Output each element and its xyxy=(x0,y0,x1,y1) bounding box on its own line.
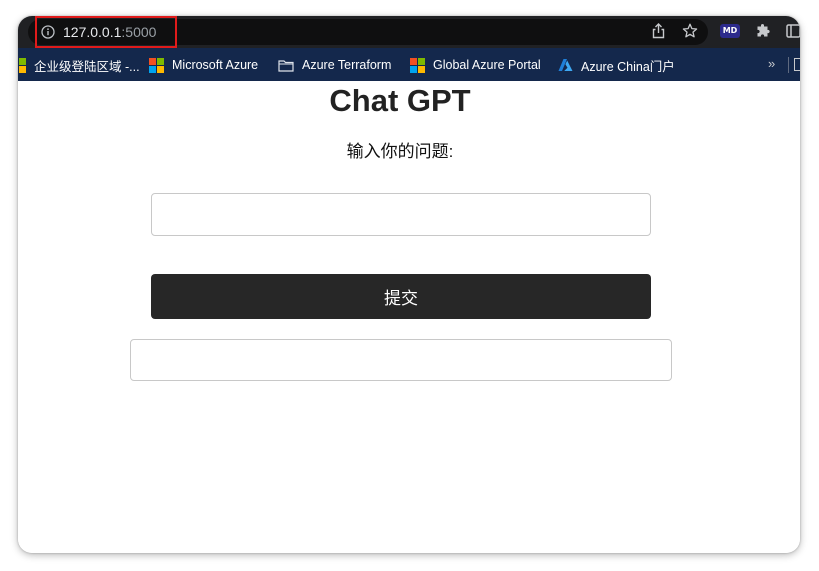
bookmark-label: Azure China门户 xyxy=(581,59,675,74)
question-input[interactable] xyxy=(151,193,651,236)
submit-button[interactable]: 提交 xyxy=(151,274,651,319)
page-title: Chat GPT xyxy=(329,83,471,118)
folder-icon xyxy=(278,59,294,72)
question-label: 输入你的问题: xyxy=(346,142,454,161)
markdown-extension-icon[interactable]: MD xyxy=(720,24,740,38)
bookmark-landing-zone[interactable]: 企业级登陆区域 -... xyxy=(18,56,140,74)
share-icon[interactable] xyxy=(651,23,666,39)
browser-window: 127.0.0.1:5000 MD 企业级登陆区域 -... Microsoft… xyxy=(18,16,800,553)
microsoft-logo-icon xyxy=(18,57,26,73)
azure-logo-icon xyxy=(558,59,573,71)
browser-toolbar: 127.0.0.1:5000 MD xyxy=(18,16,800,48)
bookmark-microsoft-azure[interactable]: Microsoft Azure xyxy=(149,56,258,74)
bookmark-global-azure-portal[interactable]: Global Azure Portal xyxy=(410,56,541,74)
side-panel-icon[interactable] xyxy=(786,23,800,39)
bookmarks-divider xyxy=(788,57,789,73)
bookmark-label: 企业级登陆区域 -... xyxy=(34,59,140,74)
bookmark-azure-terraform[interactable]: Azure Terraform xyxy=(278,56,391,74)
bookmark-label: Global Azure Portal xyxy=(433,58,541,72)
microsoft-logo-icon xyxy=(149,57,164,73)
bookmarks-bar: 企业级登陆区域 -... Microsoft Azure Azure Terra… xyxy=(18,48,800,81)
page-content: Chat GPT 输入你的问题: 提交 xyxy=(18,81,800,553)
bookmarks-overflow-chevron-icon[interactable]: » xyxy=(768,56,775,71)
microsoft-logo-icon xyxy=(410,57,425,73)
bookmark-label: Azure Terraform xyxy=(302,58,392,72)
extensions-puzzle-icon[interactable] xyxy=(755,23,771,39)
bookmark-azure-china[interactable]: Azure China门户 xyxy=(558,56,675,74)
reading-list-icon[interactable] xyxy=(794,58,800,71)
screenshot-stage: 127.0.0.1:5000 MD 企业级登陆区域 -... Microsoft… xyxy=(0,0,819,571)
answer-output xyxy=(130,339,672,381)
bookmark-star-icon[interactable] xyxy=(682,23,698,39)
bookmark-label: Microsoft Azure xyxy=(172,58,259,72)
url-highlight-annotation xyxy=(35,16,177,48)
